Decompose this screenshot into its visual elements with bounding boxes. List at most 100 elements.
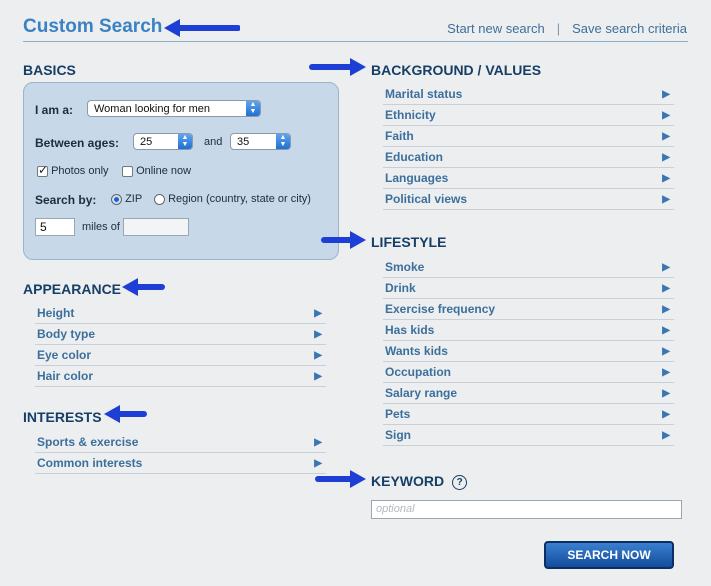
background-row[interactable]: Education ▶ (383, 147, 674, 168)
region-radio[interactable] (154, 193, 165, 205)
background-row[interactable]: Languages ▶ (383, 168, 674, 189)
miles-of-label: miles of (82, 221, 120, 233)
background-row[interactable]: Marital status ▶ (383, 84, 674, 105)
triangle-right-icon: ▶ (662, 283, 670, 294)
triangle-right-icon: ▶ (662, 430, 670, 441)
appearance-row[interactable]: Eye color ▶ (35, 345, 326, 366)
lifestyle-row-label: Occupation (385, 365, 452, 379)
triangle-right-icon: ▶ (662, 304, 670, 315)
lifestyle-row[interactable]: Sign ▶ (383, 425, 674, 446)
triangle-right-icon: ▶ (662, 388, 670, 399)
appearance-row[interactable]: Hair color ▶ (35, 366, 326, 387)
lifestyle-row-label: Smoke (385, 260, 425, 274)
annotation-arrow-icon (321, 231, 366, 249)
lifestyle-row-label: Salary range (385, 386, 458, 400)
interests-list: Sports & exercise ▶ Common interests ▶ (35, 432, 326, 474)
interests-row[interactable]: Sports & exercise ▶ (35, 432, 326, 453)
lifestyle-row[interactable]: Drink ▶ (383, 278, 674, 299)
interests-row-label: Sports & exercise (37, 435, 139, 449)
photos-only-checkbox[interactable] (37, 163, 48, 177)
interests-heading: INTERESTS (23, 409, 102, 425)
and-label: and (204, 136, 223, 148)
interests-row-label: Common interests (37, 456, 143, 470)
keyword-heading: KEYWORD? (371, 473, 468, 490)
lifestyle-row-label: Drink (385, 281, 416, 295)
header-links: Start new search | Save search criteria (447, 21, 687, 36)
lifestyle-list: Smoke ▶ Drink ▶ Exercise frequency ▶ Has kids ▶… (383, 257, 674, 446)
triangle-right-icon: ▶ (662, 110, 670, 121)
annotation-arrow-icon (315, 470, 366, 488)
background-row[interactable]: Political views ▶ (383, 189, 674, 210)
triangle-right-icon: ▶ (314, 371, 322, 382)
triangle-right-icon: ▶ (314, 350, 322, 361)
lifestyle-row[interactable]: Exercise frequency ▶ (383, 299, 674, 320)
annotation-arrow-icon (122, 278, 165, 296)
online-now-label: Online now (136, 165, 192, 177)
miles-input[interactable]: 5 (35, 218, 75, 236)
lifestyle-row-label: Sign (385, 428, 411, 442)
region-label: Region (country, state or city) (168, 193, 311, 205)
help-icon[interactable]: ? (452, 475, 468, 490)
lifestyle-row[interactable]: Has kids ▶ (383, 320, 674, 341)
background-row-label: Languages (385, 171, 449, 185)
annotation-arrow-icon (104, 405, 147, 423)
triangle-right-icon: ▶ (662, 325, 670, 336)
triangle-right-icon: ▶ (662, 194, 670, 205)
photos-only-option[interactable]: Photos only (37, 163, 109, 177)
online-now-option[interactable]: Online now (122, 165, 191, 177)
background-row-label: Education (385, 150, 444, 164)
background-row-label: Marital status (385, 87, 463, 101)
triangle-right-icon: ▶ (662, 409, 670, 420)
age-max-select[interactable]: 35 ▲ ▼ (230, 133, 291, 150)
triangle-right-icon: ▶ (314, 437, 322, 448)
start-new-search-link[interactable]: Start new search (447, 21, 545, 36)
triangle-right-icon: ▶ (662, 346, 670, 357)
save-search-criteria-link[interactable]: Save search criteria (572, 21, 687, 36)
lifestyle-row[interactable]: Pets ▶ (383, 404, 674, 425)
zip-label: ZIP (125, 193, 143, 205)
between-ages-label: Between ages: (35, 136, 120, 150)
triangle-right-icon: ▶ (662, 173, 670, 184)
lifestyle-row[interactable]: Smoke ▶ (383, 257, 674, 278)
online-now-checkbox[interactable] (122, 165, 133, 177)
appearance-row[interactable]: Body type ▶ (35, 324, 326, 345)
search-by-label: Search by: (35, 193, 97, 207)
i-am-label: I am a: (35, 103, 74, 117)
i-am-select[interactable]: Woman looking for men ▲ ▼ (87, 100, 261, 117)
triangle-right-icon: ▶ (662, 89, 670, 100)
keyword-heading-text: KEYWORD (371, 473, 445, 489)
appearance-row[interactable]: Height ▶ (35, 303, 326, 324)
background-row-label: Political views (385, 192, 468, 206)
annotation-arrow-icon (309, 58, 366, 76)
interests-row[interactable]: Common interests ▶ (35, 453, 326, 474)
triangle-right-icon: ▶ (662, 367, 670, 378)
region-option[interactable]: Region (country, state or city) (154, 193, 311, 205)
lifestyle-row-label: Pets (385, 407, 411, 421)
age-max-value: 35 (237, 136, 250, 148)
background-row[interactable]: Ethnicity ▶ (383, 105, 674, 126)
appearance-heading: APPEARANCE (23, 281, 122, 297)
zip-radio[interactable] (111, 193, 122, 205)
photos-only-label: Photos only (51, 165, 109, 177)
lifestyle-row-label: Has kids (385, 323, 435, 337)
search-now-button[interactable]: SEARCH NOW (544, 541, 674, 569)
lifestyle-row[interactable]: Wants kids ▶ (383, 341, 674, 362)
lifestyle-row[interactable]: Occupation ▶ (383, 362, 674, 383)
age-min-select[interactable]: 25 ▲ ▼ (133, 133, 193, 150)
triangle-right-icon: ▶ (662, 131, 670, 142)
header-divider (23, 41, 688, 42)
age-min-value: 25 (140, 136, 153, 148)
appearance-row-label: Hair color (37, 369, 94, 383)
zip-option[interactable]: ZIP (111, 193, 142, 205)
basics-heading: BASICS (23, 62, 76, 78)
background-values-list: Marital status ▶ Ethnicity ▶ Faith ▶ Education… (383, 84, 674, 210)
background-row-label: Ethnicity (385, 108, 436, 122)
background-row[interactable]: Faith ▶ (383, 126, 674, 147)
lifestyle-heading: LIFESTYLE (371, 234, 447, 250)
lifestyle-row[interactable]: Salary range ▶ (383, 383, 674, 404)
keyword-input[interactable]: optional (371, 500, 682, 519)
dropdown-arrows-icon: ▲ ▼ (276, 134, 290, 149)
background-row-label: Faith (385, 129, 414, 143)
triangle-right-icon: ▶ (662, 262, 670, 273)
location-input[interactable] (123, 218, 189, 236)
